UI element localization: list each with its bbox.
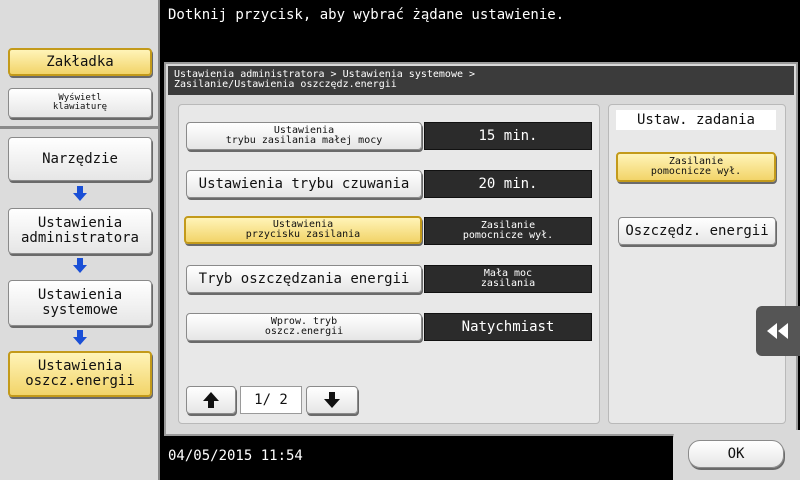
left-divider (0, 126, 158, 129)
page-down-button[interactable] (306, 386, 358, 414)
setting-value-line2: zasilania (480, 278, 536, 289)
setting-value: 20 min. (478, 176, 538, 192)
crumb-energy-line2: oszcz.energii (25, 373, 135, 389)
crumb-energy-button[interactable]: Ustawienia oszcz.energii (8, 351, 152, 397)
crumb-system-button[interactable]: Ustawienia systemowe (8, 280, 152, 326)
breadcrumb: Ustawienia administratora > Ustawienia s… (168, 66, 794, 95)
setting-value-line2: pomocnicze wył. (462, 230, 554, 241)
arrow-down-icon (73, 258, 87, 273)
setting-value: Natychmiast (461, 319, 555, 335)
crumb-admin-line2: administratora (20, 230, 139, 246)
screen: Zakładka Wyświetl klawiaturę Narzędzie U… (0, 0, 800, 480)
crumb-admin-button[interactable]: Ustawienia administratora (8, 208, 152, 254)
crumb-energy-line1: Ustawienia (37, 358, 123, 375)
setting-label-line2: oszcz.energii (264, 326, 344, 337)
crumb-tool-label: Narzędzie (42, 150, 118, 167)
sub-power-off-button[interactable]: Zasilanie pomocnicze wył. (616, 152, 776, 182)
enter-energy-save-value: Natychmiast (424, 313, 592, 341)
power-key-value: Zasilanie pomocnicze wył. (424, 217, 592, 245)
energy-save-mode-value: Mała moc zasilania (424, 265, 592, 293)
setting-label-line2: przycisku zasilania (245, 229, 361, 240)
date-time: 04/05/2015 11:54 (168, 448, 303, 464)
standby-setting-button[interactable]: Ustawienia trybu czuwania (186, 170, 422, 198)
crumb-system-line2: systemowe (42, 302, 118, 318)
arrow-down-icon (324, 392, 340, 408)
enter-energy-save-button[interactable]: Wprow. tryb oszcz.energii (186, 313, 422, 341)
crumb-system-line1: Ustawienia (37, 287, 123, 304)
collapse-panel-button[interactable] (756, 306, 800, 356)
low-power-setting-button[interactable]: Ustawienia trybu zasilania małej mocy (186, 122, 422, 150)
power-key-setting-button[interactable]: Ustawienia przycisku zasilania (184, 216, 422, 244)
keyboard-label-line2: klawiaturę (52, 102, 108, 112)
energy-save-mode-button[interactable]: Tryb oszczędzania energii (186, 265, 422, 293)
ok-button[interactable]: OK (688, 440, 784, 468)
job-settings-title: Ustaw. zadania (616, 110, 776, 130)
setting-label-line2: trybu zasilania małej mocy (225, 135, 383, 146)
arrow-down-icon (73, 330, 87, 345)
standby-value: 20 min. (424, 170, 592, 198)
setting-label: Tryb oszczędzania energii (198, 270, 410, 287)
instruction-message: Dotknij przycisk, aby wybrać żądane usta… (168, 7, 565, 23)
tab-button-label: Zakładka (46, 53, 114, 70)
tab-button[interactable]: Zakładka (8, 48, 152, 76)
option-label: Oszczędz. energii (625, 222, 769, 239)
setting-value: 15 min. (478, 128, 538, 144)
crumb-admin-line1: Ustawienia (37, 215, 123, 232)
settings-list-panel (178, 104, 600, 424)
low-power-value: 15 min. (424, 122, 592, 150)
crumb-tool-button[interactable]: Narzędzie (8, 137, 152, 181)
setting-label: Ustawienia trybu czuwania (198, 175, 410, 192)
arrow-down-icon (73, 186, 87, 201)
breadcrumb-line2: Zasilanie/Ustawienia oszczędz.energii (174, 79, 397, 90)
energy-save-button[interactable]: Oszczędz. energii (618, 217, 776, 245)
double-left-arrow-icon (767, 323, 788, 339)
option-line2: pomocnicze wył. (650, 166, 742, 177)
page-indicator: 1/ 2 (240, 386, 302, 414)
show-keyboard-button[interactable]: Wyświetl klawiaturę (8, 88, 152, 118)
ok-label: OK (727, 445, 745, 462)
page-up-button[interactable] (186, 386, 236, 414)
arrow-up-icon (203, 392, 219, 408)
